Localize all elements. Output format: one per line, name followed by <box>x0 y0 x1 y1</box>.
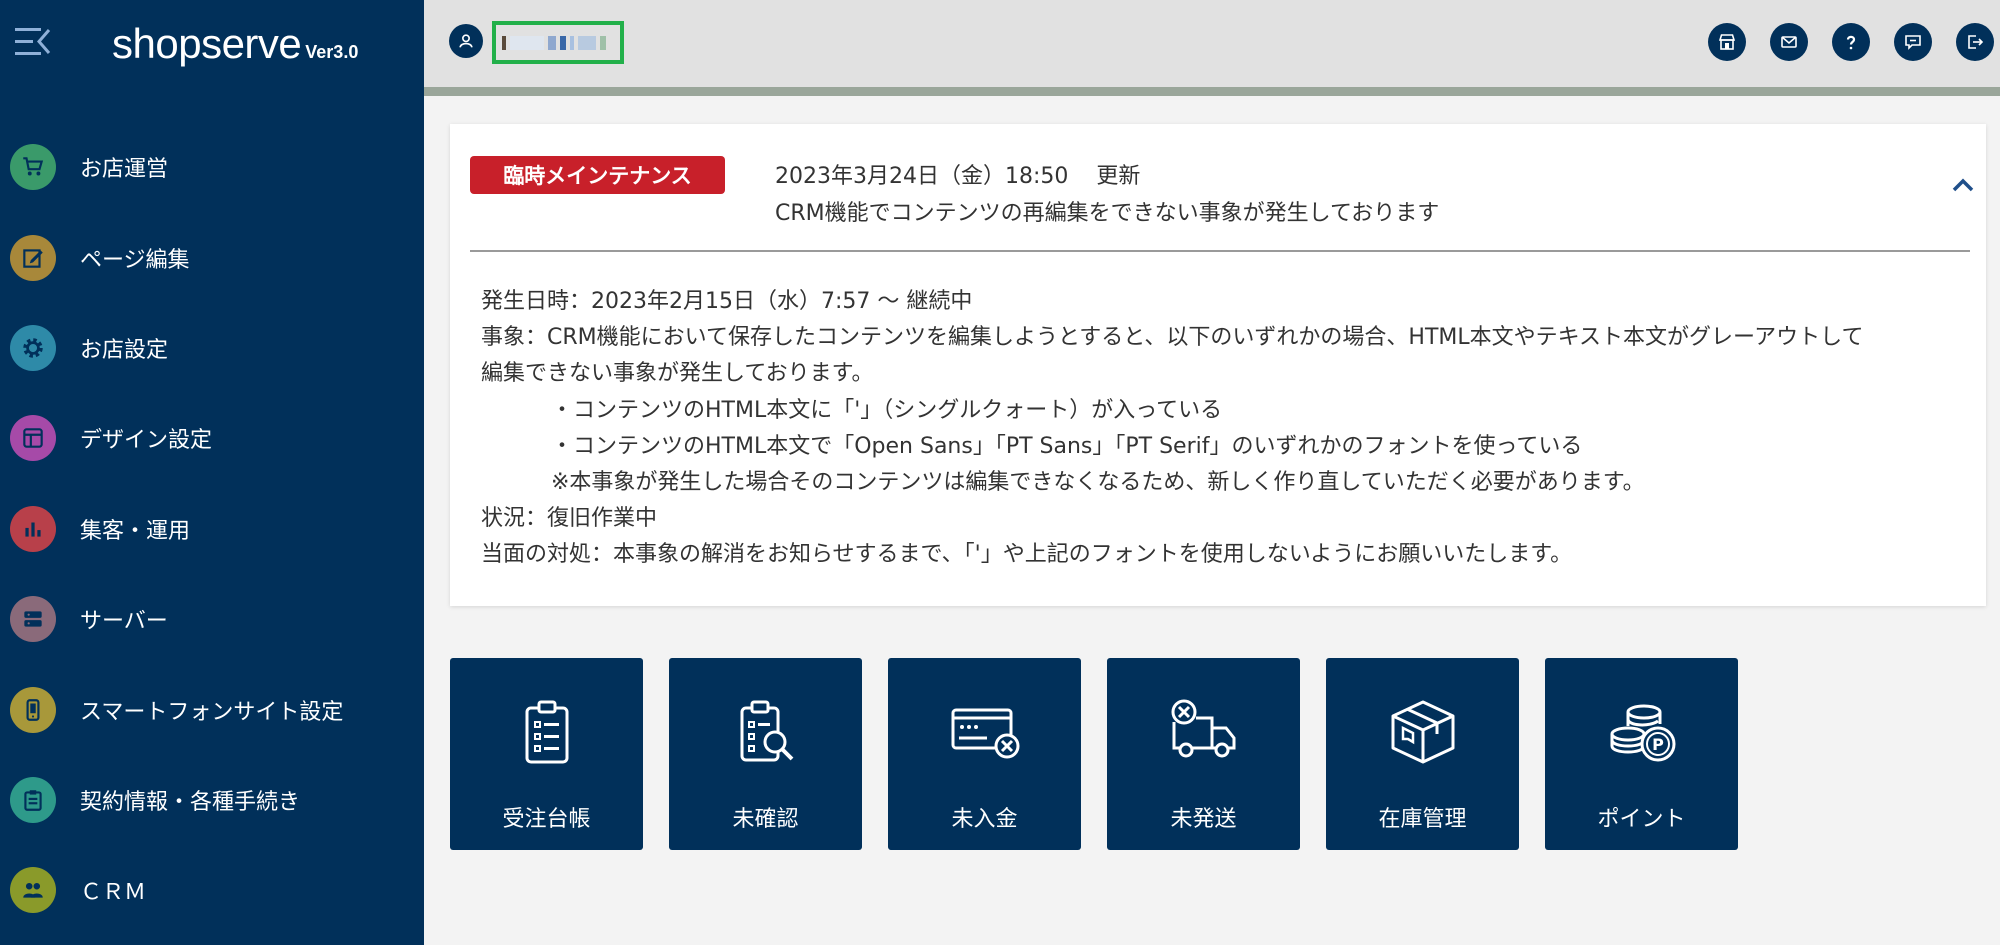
tile-label: 受注台帳 <box>502 807 591 832</box>
tile-order-ledger[interactable]: 受注台帳 <box>450 658 643 850</box>
sidebar-item-store-settings[interactable]: お店設定 <box>0 303 424 393</box>
clipboard-icon <box>10 776 56 823</box>
sidebar-item-label: お店運営 <box>80 157 169 183</box>
inventory-icon <box>1391 700 1454 764</box>
gear-icon <box>10 324 56 371</box>
sidebar-item-label: デザイン設定 <box>80 428 213 454</box>
layout-icon <box>10 415 56 462</box>
tile-label: 未確認 <box>732 807 799 832</box>
tile-inventory[interactable]: 在庫管理 <box>1326 658 1519 850</box>
sidebar-item-page-edit[interactable]: ページ編集 <box>0 212 424 302</box>
notice-line-condition-1: ・コンテンツのHTML本文に「'」（シングルクォート）が入っている <box>551 397 1223 423</box>
sidebar-item-marketing[interactable]: 集客・運用 <box>0 484 424 574</box>
sidebar: shopserveVer3.0 お店運営 ページ編集 お店設定 デザイン設定 <box>0 0 424 945</box>
notice-line-issue: 事象：CRM機能において保存したコンテンツを編集しようとすると、以下のいずれかの… <box>481 325 1864 351</box>
sidebar-item-server[interactable]: サーバー <box>0 574 424 664</box>
bar-chart-icon <box>10 505 56 552</box>
sidebar-item-label: 集客・運用 <box>80 518 191 544</box>
notice-divider <box>470 250 1970 252</box>
notice-line-issue-cont: 編集できない事象が発生しております。 <box>481 361 874 387</box>
mail-icon[interactable] <box>1770 23 1808 61</box>
tile-label: 在庫管理 <box>1378 807 1467 832</box>
maintenance-badge: 臨時メインテナンス <box>470 156 725 194</box>
tile-unshipped[interactable]: 未発送 <box>1107 658 1300 850</box>
unpaid-icon <box>951 708 1019 759</box>
tile-label: 未発送 <box>1170 807 1237 832</box>
store-icon[interactable] <box>1708 23 1746 61</box>
tile-points[interactable]: P ポイント <box>1545 658 1738 850</box>
sidebar-item-smartphone-site[interactable]: スマートフォンサイト設定 <box>0 664 424 754</box>
sidebar-item-label: ページ編集 <box>80 247 190 273</box>
shortcut-tiles: 受注台帳 未確認 未入金 未発送 在庫管理 P ポイント <box>450 658 1738 850</box>
tile-label: 未入金 <box>951 807 1018 832</box>
user-icon[interactable] <box>449 24 483 58</box>
sidebar-item-label: お店設定 <box>80 337 169 363</box>
sidebar-item-label: スマートフォンサイト設定 <box>80 699 344 725</box>
notice-line-workaround: 当面の対処：本事象の解消をお知らせするまで、「'」や上記のフォントを使用しないよ… <box>481 542 1573 568</box>
logout-icon[interactable] <box>1956 23 1994 61</box>
notice-line-status: 状況：復旧作業中 <box>481 506 658 532</box>
chat-icon[interactable] <box>1894 23 1932 61</box>
notice-line-condition-2: ・コンテンツのHTML本文で「Open Sans」「PT Sans」「PT Se… <box>551 433 1583 459</box>
edit-icon <box>10 234 56 281</box>
sidebar-item-label: ＣＲＭ <box>80 880 147 906</box>
header-icon-group <box>1708 23 1994 61</box>
smartphone-icon <box>10 686 56 733</box>
sidebar-item-design-settings[interactable]: デザイン設定 <box>0 393 424 483</box>
order-ledger-icon <box>525 700 568 764</box>
people-icon <box>10 867 56 914</box>
unconfirmed-icon <box>740 700 793 762</box>
user-name-redacted[interactable] <box>492 21 624 64</box>
maintenance-notice: 臨時メインテナンス 2023年3月24日（金）18:50 更新 CRM機能でコンテ… <box>450 124 1986 606</box>
unshipped-icon <box>1171 699 1235 758</box>
tile-unpaid[interactable]: 未入金 <box>888 658 1081 850</box>
svg-text:P: P <box>1652 735 1664 754</box>
header-divider <box>424 87 2000 96</box>
menu-collapse-icon[interactable] <box>15 26 51 58</box>
sidebar-item-label: サーバー <box>80 609 168 635</box>
cart-icon <box>10 144 56 191</box>
points-icon: P <box>1610 704 1675 762</box>
tile-unconfirmed[interactable]: 未確認 <box>669 658 862 850</box>
sidebar-item-crm[interactable]: ＣＲＭ <box>0 845 424 935</box>
tile-label: ポイント <box>1597 807 1686 832</box>
notice-line-occurrence: 発生日時：2023年2月15日（水）7:57 ～ 継続中 <box>481 289 973 314</box>
notice-body: 発生日時：2023年2月15日（水）7:57 ～ 継続中 事象：CRM機能におい… <box>481 284 1961 574</box>
sidebar-item-label: 契約情報・各種手続き <box>80 789 301 815</box>
shopserve-logo[interactable]: shopserve Ver3.0 <box>112 20 358 68</box>
server-icon <box>10 596 56 643</box>
sidebar-item-store-operation[interactable]: お店運営 <box>0 122 424 212</box>
help-icon[interactable] <box>1832 23 1870 61</box>
notice-date: 2023年3月24日（金）18:50 更新 <box>775 164 1141 189</box>
collapse-chevron-up-icon[interactable] <box>1948 170 1978 200</box>
sidebar-nav: お店運営 ページ編集 お店設定 デザイン設定 集客・運用 サーバー スマートフォ… <box>0 122 424 936</box>
notice-summary: CRM機能でコンテンツの再編集をできない事象が発生しております <box>775 201 1440 226</box>
sidebar-item-contract-info[interactable]: 契約情報・各種手続き <box>0 755 424 845</box>
notice-line-note: ※本事象が発生した場合そのコンテンツは編集できなくなるため、新しく作り直していた… <box>551 470 1645 496</box>
